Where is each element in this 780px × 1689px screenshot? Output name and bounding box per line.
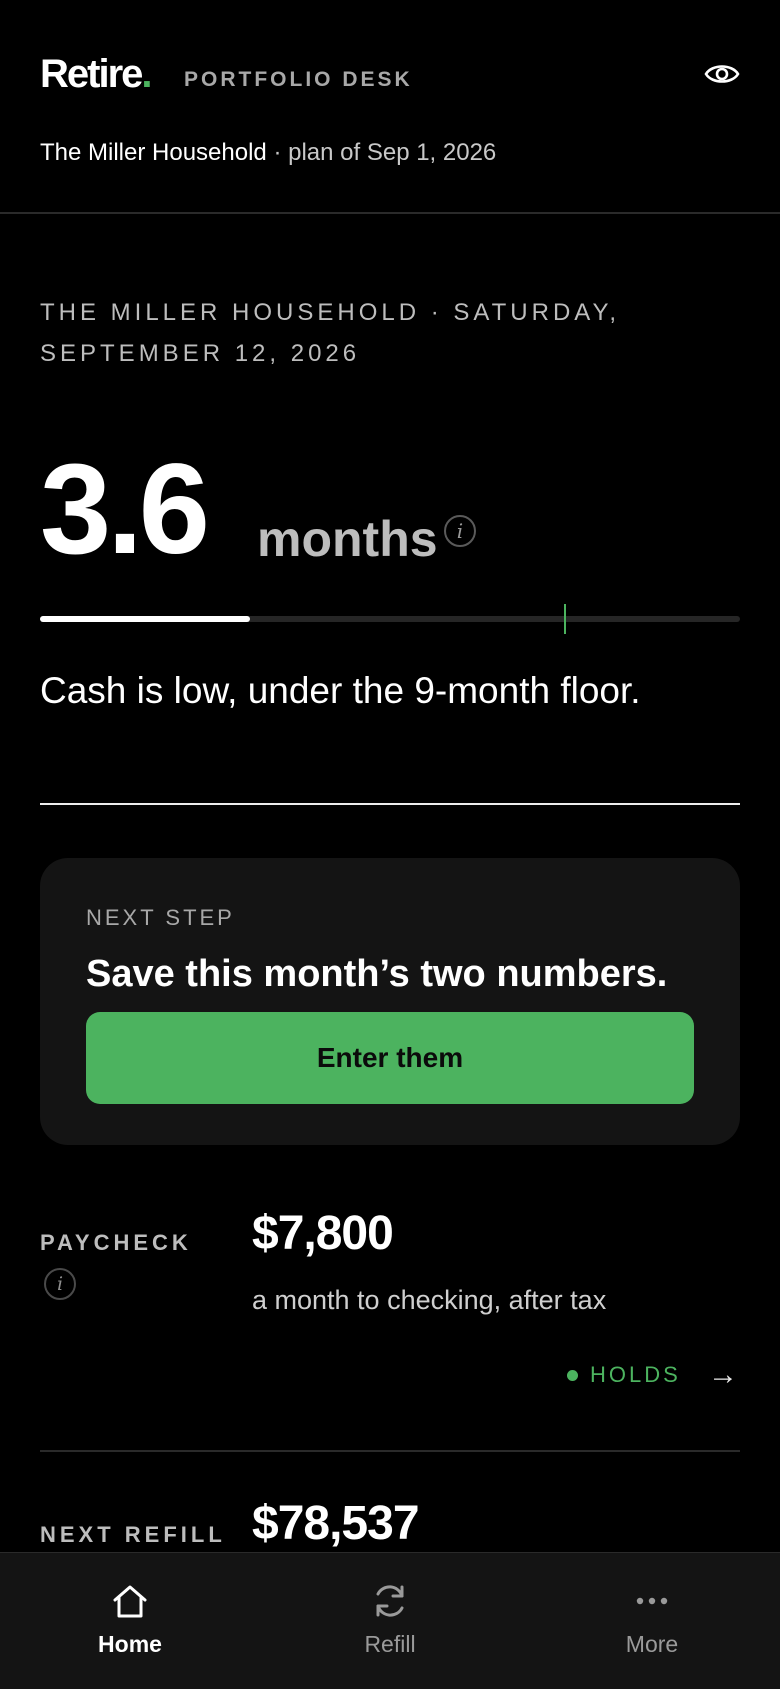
paycheck-info-icon[interactable]: i (44, 1268, 76, 1300)
plan-date: · plan of Sep 1, 2026 (266, 139, 497, 166)
next-refill-label: NEXT REFILL (40, 1522, 226, 1547)
household-name: The Miller Household (40, 139, 267, 166)
refresh-icon (310, 1581, 470, 1621)
enter-them-button[interactable]: Enter them (86, 1012, 694, 1104)
household-line: The Miller Household · plan of Sep 1, 20… (40, 139, 496, 167)
date-kicker: THE MILLER HOUSEHOLD · SATURDAY, SEPTEMB… (40, 299, 621, 367)
brand-dot: . (141, 52, 152, 96)
holds-label: HOLDS (590, 1362, 681, 1387)
nav-more[interactable]: More (572, 1581, 732, 1658)
paycheck-label: PAYCHECK (40, 1230, 192, 1255)
paycheck-value: $7,800 (252, 1207, 394, 1260)
next-step-kicker: NEXT STEP (86, 905, 235, 930)
info-icon[interactable]: i (444, 515, 476, 547)
brand-logo[interactable]: Retire. (40, 48, 153, 100)
header-divider (0, 212, 780, 214)
nav-more-label: More (625, 1631, 679, 1657)
section-title: PORTFOLIO DESK (184, 68, 413, 91)
eye-icon[interactable] (703, 55, 741, 93)
row-divider (40, 1450, 740, 1452)
months-value: 3.6 (40, 438, 210, 581)
next-step-title: Save this month’s two numbers. (86, 953, 668, 995)
section-divider (40, 803, 740, 805)
paycheck-subtitle: a month to checking, after tax (252, 1285, 607, 1315)
status-message: Cash is low, under the 9-month floor. (40, 670, 641, 711)
bottom-nav: Home Refill More (0, 1552, 780, 1689)
nav-refill-label: Refill (364, 1631, 416, 1657)
arrow-right-icon[interactable]: → (708, 1358, 738, 1392)
holds-status-badge: HOLDS (567, 1362, 681, 1388)
next-refill-value: $78,537 (252, 1497, 420, 1550)
more-dots-icon (572, 1581, 732, 1621)
status-dot-icon (567, 1369, 578, 1381)
nav-refill[interactable]: Refill (310, 1581, 470, 1658)
home-icon (50, 1581, 210, 1621)
brand-name: Retire (40, 52, 143, 96)
floor-marker (564, 604, 566, 634)
nav-home-label: Home (98, 1631, 162, 1657)
nav-home[interactable]: Home (50, 1581, 210, 1658)
months-unit: months (257, 511, 438, 567)
runway-fill (40, 616, 250, 622)
